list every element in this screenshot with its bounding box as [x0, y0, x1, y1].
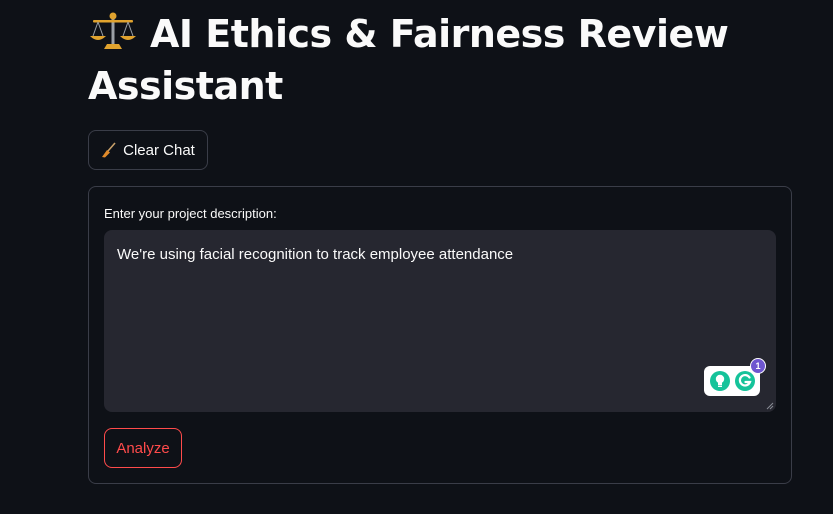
broom-icon	[102, 142, 116, 158]
page-title: AI Ethics & Fairness Review Assistant	[88, 8, 788, 112]
grammarly-widget[interactable]: 1	[704, 358, 766, 396]
balance-scale-icon	[90, 12, 136, 49]
clear-chat-button[interactable]: Clear Chat	[88, 130, 208, 170]
resize-grip-icon[interactable]	[766, 402, 774, 410]
analyze-button[interactable]: Analyze	[104, 428, 182, 468]
project-form: Enter your project description: We're us…	[88, 186, 792, 484]
project-description-input[interactable]: We're using facial recognition to track …	[104, 230, 776, 412]
grammarly-count-badge: 1	[750, 358, 766, 374]
app-page: AI Ethics & Fairness Review Assistant Cl…	[0, 0, 833, 514]
project-description-value: We're using facial recognition to track …	[117, 246, 514, 263]
grammarly-icon[interactable]	[734, 370, 756, 392]
project-description-label: Enter your project description:	[104, 206, 277, 221]
page-title-text: AI Ethics & Fairness Review Assistant	[88, 12, 729, 108]
clear-chat-label: Clear Chat	[123, 141, 195, 159]
lightbulb-icon[interactable]	[709, 370, 731, 392]
